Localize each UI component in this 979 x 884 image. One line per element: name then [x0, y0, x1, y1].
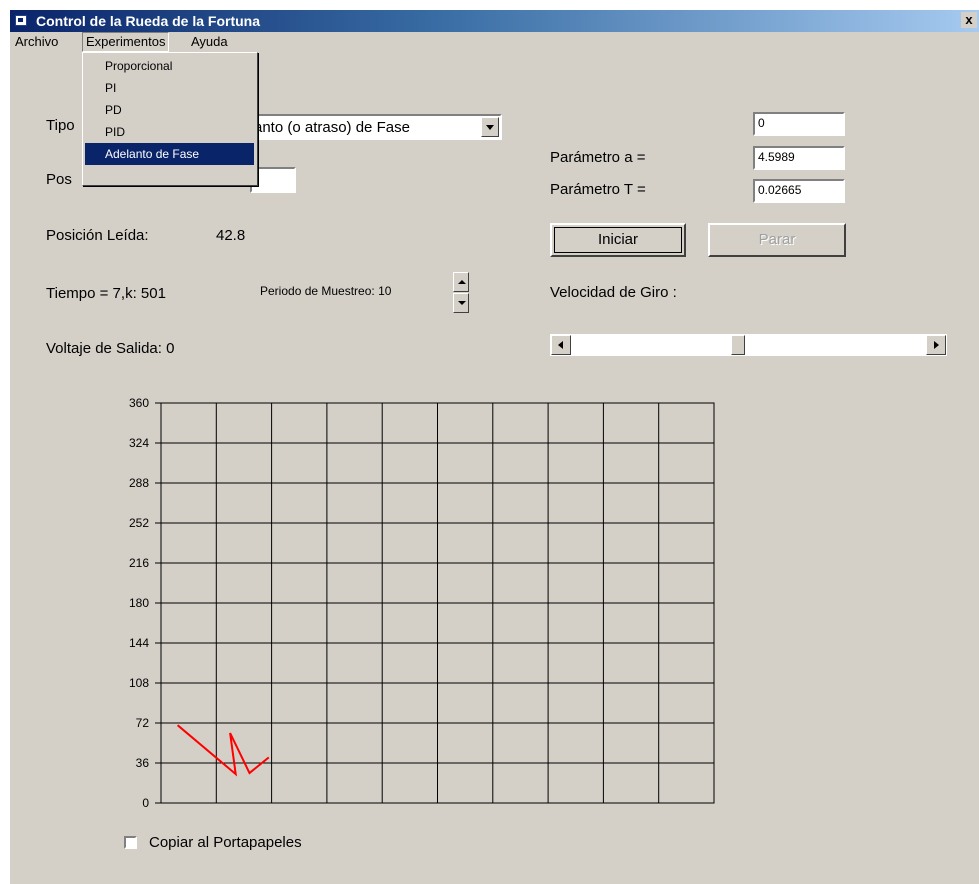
experimentos-dropdown: Proporcional PI PD PID Adelanto de Fase [82, 52, 258, 186]
copiar-portapapeles-label[interactable]: Copiar al Portapapeles [149, 834, 302, 852]
y-tick-label: 216 [129, 556, 149, 570]
y-tick-label: 72 [136, 716, 150, 730]
y-tick-label: 108 [129, 676, 149, 690]
app-window: Control de la Rueda de la Fortuna x Arch… [10, 10, 979, 884]
y-tick-label: 0 [142, 796, 149, 810]
y-tick-label: 144 [129, 636, 149, 650]
y-tick-label: 252 [129, 516, 149, 530]
menu-item-pi[interactable]: PI [85, 77, 254, 99]
y-tick-label: 36 [136, 756, 150, 770]
y-tick-label: 360 [129, 396, 149, 410]
series-line [176, 724, 270, 777]
copiar-checkbox[interactable] [124, 836, 137, 849]
menu-item-proporcional[interactable]: Proporcional [85, 55, 254, 77]
y-tick-label: 324 [129, 436, 149, 450]
y-tick-label: 180 [129, 596, 149, 610]
menu-item-adelanto-de-fase[interactable]: Adelanto de Fase [85, 143, 254, 165]
y-tick-label: 288 [129, 476, 149, 490]
menu-item-pid[interactable]: PID [85, 121, 254, 143]
menu-item-pd[interactable]: PD [85, 99, 254, 121]
